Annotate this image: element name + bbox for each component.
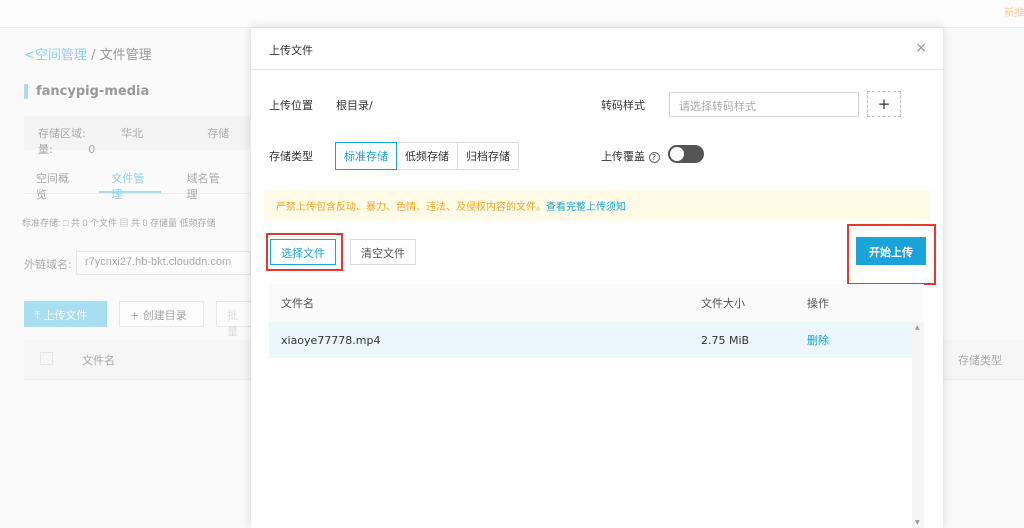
storage-type-selector: 标准存储 低频存储 归档存储 — [335, 142, 519, 170]
transcode-select[interactable]: 请选择转码样式 — [669, 92, 859, 117]
add-transcode-button[interactable]: + — [867, 91, 901, 117]
overwrite-label: 上传覆盖 ? — [601, 148, 660, 164]
tab-files[interactable]: 文件管理 — [99, 164, 161, 201]
domain-select[interactable]: r7ycnxi27.hb-bkt.clouddn.com — [76, 251, 251, 275]
promo-link[interactable]: 新推 — [1004, 4, 1024, 19]
highlight-box — [847, 224, 936, 285]
bucket-name: fancypig-media — [24, 84, 149, 99]
col-storage-type: 存储类型 — [958, 354, 1002, 367]
delete-link[interactable]: 删除 — [807, 332, 907, 348]
bucket-tabs: 空间概览 文件管理 域名管理 — [24, 164, 250, 201]
storage-value: 0 — [88, 143, 96, 156]
table-header: 文件名 文件大小 操作 — [269, 284, 924, 322]
tab-overview[interactable]: 空间概览 — [24, 164, 85, 201]
region-label: 存储区域: — [38, 127, 86, 140]
highlight-box — [266, 233, 343, 271]
region-value: 华北 — [121, 127, 144, 140]
storage-type-label: 存储类型 — [269, 150, 313, 163]
col-size: 文件大小 — [701, 297, 745, 310]
col-filename: 文件名 — [82, 354, 115, 367]
domain-row: 外链域名: r7ycnxi27.hb-bkt.clouddn.com — [24, 251, 251, 275]
modal-title: 上传文件 — [251, 28, 943, 70]
create-dir-button[interactable]: + 创建目录 — [119, 301, 204, 327]
bucket-info: 存储区域: 华北 存储量: 0 — [24, 116, 250, 156]
overwrite-toggle[interactable] — [668, 145, 704, 163]
location-value: 根目录/ — [336, 99, 373, 112]
breadcrumb-back[interactable]: <空间管理 — [24, 48, 87, 63]
transcode-label: 转码样式 — [601, 99, 645, 112]
col-actions: 操作 — [807, 297, 829, 310]
breadcrumb-current: 文件管理 — [99, 48, 152, 63]
warning-text: 严禁上传包含反动、暴力、色情、违法、及侵权内容的文件。 — [276, 202, 546, 213]
table-row: xiaoye77778.mp4 2.75 MiB 删除 — [269, 322, 912, 358]
upload-file-table: 文件名 文件大小 操作 xiaoye77778.mp4 2.75 MiB 删除 ▲ ▼ — [269, 284, 924, 528]
tab-domains[interactable]: 域名管理 — [175, 164, 236, 201]
upload-terms-link[interactable]: 查看完整上传须知 — [546, 202, 626, 213]
upload-warning: 严禁上传包含反动、暴力、色情、违法、及侵权内容的文件。查看完整上传须知 — [264, 190, 930, 220]
file-size: 2.75 MiB — [701, 333, 750, 347]
upload-modal: 上传文件 × 上传位置 根目录/ 转码样式 请选择转码样式 + 存储类型 标准存… — [251, 28, 943, 528]
scroll-up-icon[interactable]: ▲ — [915, 324, 920, 331]
domain-label: 外链域名: — [24, 258, 72, 271]
storage-standard[interactable]: 标准存储 — [335, 142, 397, 170]
help-icon[interactable]: ? — [648, 152, 660, 163]
breadcrumb: <空间管理 / 文件管理 — [24, 44, 152, 63]
table-scrollbar[interactable]: ▲ ▼ — [912, 322, 924, 528]
close-icon[interactable]: × — [915, 40, 927, 56]
storage-infrequent[interactable]: 低频存储 — [396, 142, 458, 170]
location-label: 上传位置 — [269, 99, 313, 112]
breadcrumb-sep: / — [91, 48, 96, 63]
col-filename: 文件名 — [281, 297, 314, 310]
select-all-checkbox[interactable] — [40, 352, 53, 365]
batch-button[interactable]: 批量 — [216, 301, 256, 338]
top-bar: 新推 — [0, 0, 1024, 28]
storage-archive[interactable]: 归档存储 — [457, 142, 519, 170]
upload-file-button[interactable]: ⤒ 上传文件 — [24, 301, 107, 327]
clear-files-button[interactable]: 清空文件 — [350, 239, 416, 265]
scroll-down-icon[interactable]: ▼ — [915, 519, 920, 526]
storage-stats: 标准存储: □ 共 0 个文件 ▤ 共 0 存储量 低频存储 — [22, 218, 216, 228]
file-name: xiaoye77778.mp4 — [281, 333, 381, 347]
